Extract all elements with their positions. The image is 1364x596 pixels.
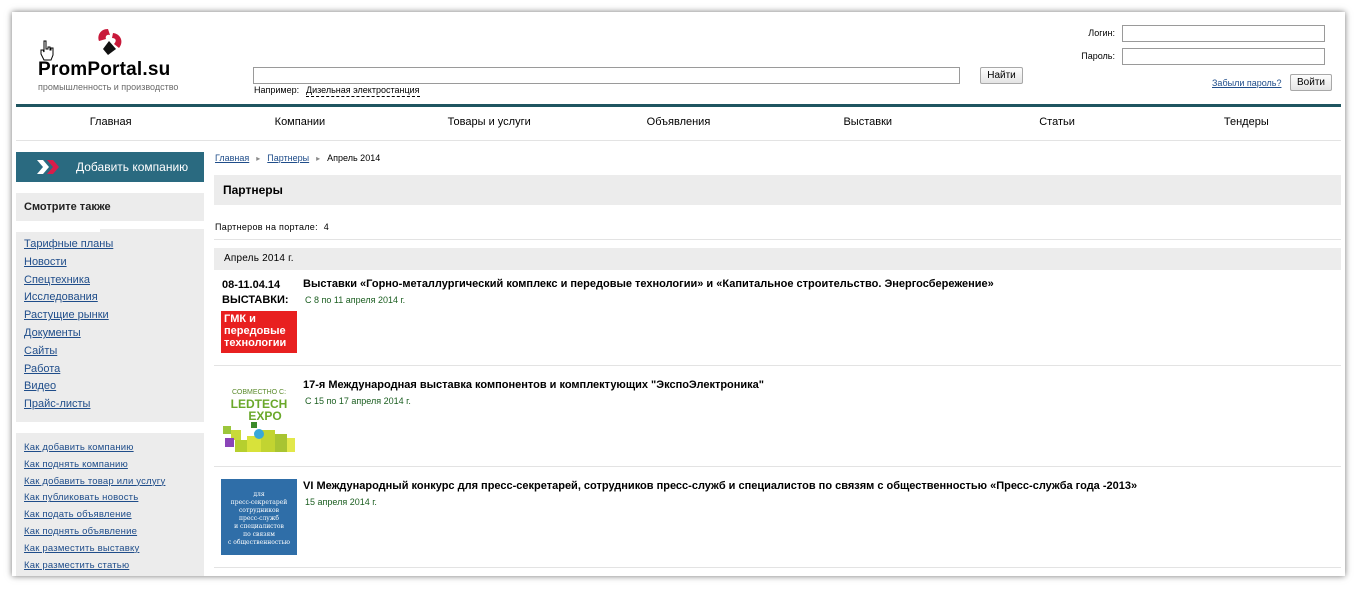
main-nav: Главная Компании Товары и услуги Объявле… <box>16 107 1341 135</box>
see-also-item[interactable]: Прайс-листы <box>24 398 113 416</box>
howto-panel: Как добавить компанию Как поднять компан… <box>16 433 204 576</box>
nav-item-companies[interactable]: Компании <box>205 107 394 135</box>
see-also-item[interactable]: Спецтехника <box>24 274 113 292</box>
forgot-password-link[interactable]: Забыли пароль? <box>1212 78 1281 88</box>
partner-item: 08-11.04.14 ВЫСТАВКИ: ГМК и передовые те… <box>214 265 1341 366</box>
count-divider <box>214 239 1341 240</box>
howto-item[interactable]: Как добавить компанию <box>24 442 165 459</box>
see-also-heading: Смотрите также <box>16 193 204 221</box>
howto-item[interactable]: Как разместить выставку <box>24 543 165 560</box>
see-also-item[interactable]: Исследования <box>24 291 113 309</box>
partner-date: С 15 по 17 апреля 2014 г. <box>305 396 411 406</box>
page-frame: PromPortal.su промышленность и производс… <box>12 12 1345 576</box>
thumbnail-line: ВЫСТАВКИ: <box>222 294 289 306</box>
nav-item-home[interactable]: Главная <box>16 107 205 135</box>
nav-item-products[interactable]: Товары и услуги <box>395 107 584 135</box>
partners-count-value: 4 <box>323 222 330 232</box>
nav-item-tenders[interactable]: Тендеры <box>1152 107 1341 135</box>
howto-item[interactable]: Как поднять объявление <box>24 526 165 543</box>
thumbnail-line: 08-11.04.14 <box>222 279 281 291</box>
partner-title[interactable]: VI Международный конкурс для пресс-секре… <box>303 480 1137 492</box>
breadcrumb-current: Апрель 2014 <box>327 153 381 163</box>
see-also-item[interactable]: Работа <box>24 363 113 381</box>
breadcrumb-partners[interactable]: Партнеры <box>267 153 309 163</box>
partner-item: СОВМЕСТНО С: LEDTECH EXPO 17-я Междунаро… <box>214 366 1341 467</box>
login-button[interactable]: Войти <box>1290 74 1332 91</box>
see-also-item[interactable]: Сайты <box>24 345 113 363</box>
partner-date: С 8 по 11 апреля 2014 г. <box>305 295 406 305</box>
logo[interactable]: PromPortal.su промышленность и производс… <box>38 27 198 92</box>
thumbnail-text: для пресс-секретарей сотрудников пресс-с… <box>227 491 290 546</box>
partners-count-label: Партнеров на портале: <box>215 222 318 232</box>
search-example-label: Например: <box>254 85 300 95</box>
login-label: Логин: <box>1088 28 1115 38</box>
howto-list: Как добавить компанию Как поднять компан… <box>24 442 165 576</box>
see-also-item[interactable]: Видео <box>24 380 113 398</box>
howto-item[interactable]: Как подать объявление <box>24 509 165 526</box>
howto-item[interactable]: Как добавить товар или услугу <box>24 476 165 493</box>
logo-brand: PromPortal.su <box>38 59 171 80</box>
search-example-link[interactable]: Дизельная электростанция <box>306 85 420 97</box>
ledtech-expo-logo: СОВМЕСТНО С: LEDTECH EXPO <box>223 389 295 452</box>
breadcrumb: Главная ▸ Партнеры ▸ Апрель 2014 <box>215 153 380 163</box>
breadcrumb-separator-icon: ▸ <box>316 153 321 163</box>
see-also-item[interactable]: Растущие рынки <box>24 309 113 327</box>
see-also-item[interactable]: Тарифные планы <box>24 238 113 256</box>
hand-cursor-icon <box>40 40 54 61</box>
thumbnail-lines: ГМК и передовые технологии <box>224 313 287 349</box>
logo-tagline: промышленность и производство <box>38 82 179 92</box>
password-label: Пароль: <box>1081 51 1115 61</box>
breadcrumb-separator-icon: ▸ <box>256 153 261 163</box>
breadcrumb-home[interactable]: Главная <box>215 153 249 163</box>
howto-item[interactable]: Как поднять компанию <box>24 459 165 476</box>
nav-item-articles[interactable]: Статьи <box>962 107 1151 135</box>
partner-date: 15 апреля 2014 г. <box>305 497 377 507</box>
howto-item[interactable]: Как разместить статью <box>24 560 165 576</box>
see-also-item[interactable]: Новости <box>24 256 113 274</box>
partner-thumbnail[interactable]: для пресс-секретарей сотрудников пресс-с… <box>221 479 297 555</box>
double-chevron-right-icon <box>37 160 59 174</box>
password-input[interactable] <box>1122 48 1325 65</box>
see-also-panel: Тарифные планы Новости Спецтехника Иссле… <box>16 229 204 422</box>
login-input[interactable] <box>1122 25 1325 42</box>
see-also-strip <box>16 229 100 232</box>
see-also-item[interactable]: Документы <box>24 327 113 345</box>
nav-item-exhibitions[interactable]: Выставки <box>773 107 962 135</box>
partner-thumbnail[interactable]: СОВМЕСТНО С: LEDTECH EXPO <box>221 378 297 454</box>
search-button[interactable]: Найти <box>980 67 1023 84</box>
partner-thumbnail[interactable]: 08-11.04.14 ВЫСТАВКИ: ГМК и передовые те… <box>221 277 297 353</box>
svg-text:EXPO: EXPO <box>248 409 281 423</box>
nav-item-ads[interactable]: Объявления <box>584 107 773 135</box>
see-also-list: Тарифные планы Новости Спецтехника Иссле… <box>24 238 113 416</box>
partner-item: для пресс-секретарей сотрудников пресс-с… <box>214 467 1341 568</box>
add-company-button[interactable]: Добавить компанию <box>16 152 204 182</box>
nav-bottom-rule <box>16 140 1341 141</box>
logo-mark-icon <box>98 29 122 55</box>
svg-text:СОВМЕСТНО С:: СОВМЕСТНО С: <box>232 389 286 396</box>
add-company-label: Добавить компанию <box>76 160 189 174</box>
search-input[interactable] <box>253 67 960 84</box>
partner-title[interactable]: Выставки «Горно-металлургический комплек… <box>303 278 994 290</box>
page-title: Партнеры <box>214 175 1341 205</box>
howto-item[interactable]: Как публиковать новость <box>24 492 165 509</box>
partner-title[interactable]: 17-я Международная выставка компонентов … <box>303 379 764 391</box>
partners-count: Партнеров на портале: 4 <box>215 222 329 232</box>
